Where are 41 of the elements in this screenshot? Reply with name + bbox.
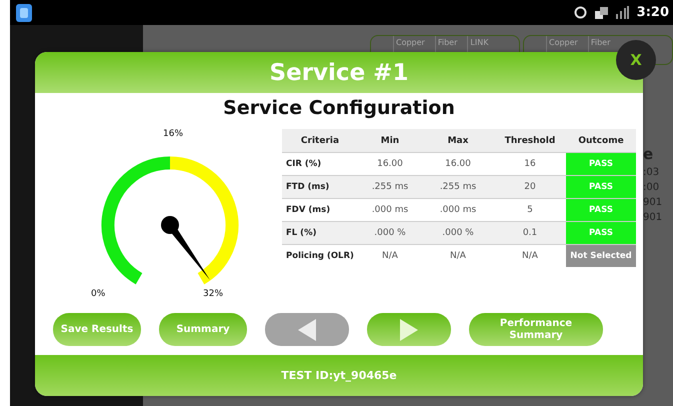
outcome-cell: PASS (566, 198, 636, 221)
right-triangle-icon (400, 318, 418, 340)
action-button[interactable]: Save Results (53, 313, 141, 346)
background-text: 901 (643, 212, 664, 223)
outcome-cell: PASS (566, 152, 636, 175)
devices-icon (594, 6, 608, 18)
background-text: e (643, 145, 654, 163)
background-text: :00 (643, 182, 660, 193)
section-heading: Service Configuration (223, 97, 455, 119)
table-cell: FTD (ms) (282, 175, 358, 198)
column-header: Outcome (566, 129, 636, 152)
column-header: Max (422, 129, 494, 152)
outcome-cell: Not Selected (566, 244, 636, 267)
background-text: :03 (643, 167, 660, 178)
gauge-needle (161, 216, 210, 280)
outcome-cell: PASS (566, 221, 636, 244)
outcome-cell: PASS (566, 175, 636, 198)
gauge-label: 16% (163, 129, 184, 139)
next-button[interactable] (367, 313, 451, 346)
table-cell: .255 ms (358, 175, 422, 198)
gauge-label: 32% (203, 289, 224, 299)
column-header: Min (358, 129, 422, 152)
left-triangle-icon (298, 318, 316, 340)
status-time: 3:20 (636, 5, 669, 20)
app-icon[interactable] (16, 4, 32, 22)
table-cell: FL (%) (282, 221, 358, 244)
action-button[interactable]: Performance Summary (469, 313, 603, 346)
signal-icon (616, 6, 629, 19)
dialog-title: Service #1 (270, 60, 408, 86)
table-cell: 20 (494, 175, 566, 198)
table-cell: 0.1 (494, 221, 566, 244)
sync-icon (574, 6, 587, 19)
table-cell: .000 % (358, 221, 422, 244)
background-text: 901 (643, 197, 664, 208)
table-cell: .000 % (422, 221, 494, 244)
column-header: Criteria (282, 129, 358, 152)
column-header: Threshold (494, 129, 566, 152)
table-cell: .255 ms (422, 175, 494, 198)
test-id: TEST ID:yt_90465e (281, 369, 397, 382)
action-button[interactable]: Summary (159, 313, 247, 346)
gauge-label: 0% (91, 289, 106, 299)
